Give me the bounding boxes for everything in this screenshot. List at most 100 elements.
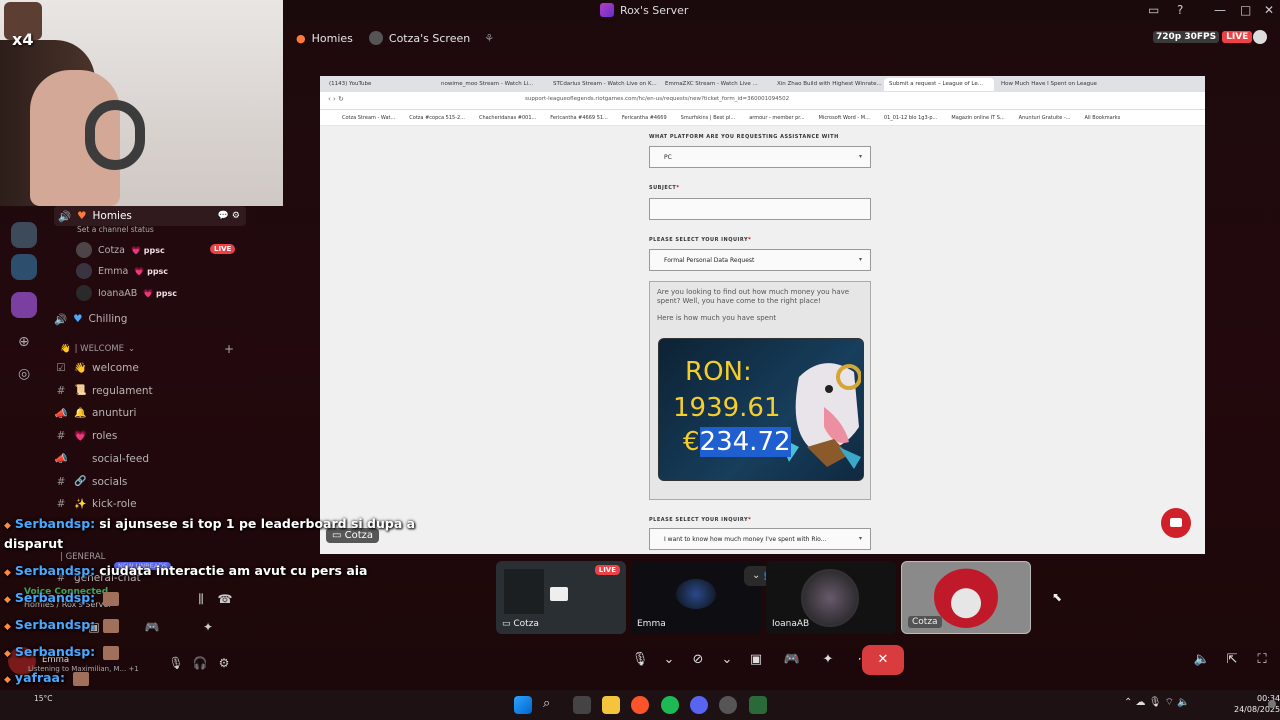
browser-tab[interactable]: EmmaZXC Stream - Watch Live ... xyxy=(660,78,770,91)
heart-icon: ♥ xyxy=(73,313,83,325)
weather-widget[interactable]: 15°C xyxy=(34,694,53,703)
voice-channel-homies[interactable]: 🔊 ♥ Homies 💬 ⚙ xyxy=(54,206,246,226)
search-icon[interactable]: ⌕ xyxy=(543,696,561,714)
soundboard-icon[interactable]: ✦ xyxy=(200,620,216,636)
channel-anunturi[interactable]: 📣 🔔 anunturi xyxy=(54,403,246,423)
chevron-down-icon[interactable]: ⌄ xyxy=(662,646,676,674)
category-welcome[interactable]: 👋 | WELCOME ⌄ xyxy=(60,344,135,354)
bookmark-item[interactable]: Cotza #copca 515-2... xyxy=(409,115,465,121)
headphones-icon[interactable]: 🎧 xyxy=(192,656,208,672)
help-icon[interactable]: ? xyxy=(1177,3,1183,17)
voice-channel-name[interactable]: Homies xyxy=(312,32,353,45)
fullscreen-icon[interactable]: ⛶ xyxy=(1248,646,1276,674)
tile-emma[interactable]: Emma xyxy=(631,561,761,634)
channel-kick-role[interactable]: # ✨ kick-role xyxy=(54,494,246,514)
notification-icon[interactable] xyxy=(1268,700,1276,708)
server-folder-icon[interactable] xyxy=(11,292,37,318)
server-icon xyxy=(600,3,614,17)
channel-status[interactable]: Set a channel status xyxy=(77,225,154,234)
chevron-down-icon[interactable]: ⌄ xyxy=(720,646,734,674)
chevron-down-icon: ▾ xyxy=(858,535,862,542)
voice-user-emma[interactable]: Emma 💗 ppsc xyxy=(76,262,168,280)
info-text: Are you looking to find out how much mon… xyxy=(657,288,850,305)
bookmark-item[interactable]: 01_01-12 blo 1g3-p... xyxy=(884,115,937,121)
tile-cotza[interactable]: Cotza xyxy=(901,561,1031,634)
browser-tab[interactable]: (1143) YouTube xyxy=(324,78,434,91)
browser-tab[interactable]: How Much Have I Spent on League xyxy=(996,78,1106,91)
bookmark-item[interactable]: Fericantha #4669 xyxy=(622,115,667,121)
tray-icons[interactable]: ⌃ ☁ 🎙 ⌔ 🔈 xyxy=(1124,696,1190,709)
tile-ioanaab[interactable]: IoanaAB xyxy=(766,561,896,634)
inquiry-select[interactable]: Formal Personal Data Request ▾ xyxy=(649,249,871,271)
eur-amount[interactable]: €234.72 xyxy=(683,427,791,457)
browser-tab[interactable]: Xin Zhao Build with Highest Winrate... xyxy=(772,78,882,91)
bookmark-item[interactable]: Anunturi Gratuite -... xyxy=(1019,115,1071,121)
brave-browser-icon[interactable] xyxy=(631,696,649,714)
popout-icon[interactable]: ⇱ xyxy=(1218,646,1246,674)
voice-user-cotza[interactable]: Cotza 💗 ppsc xyxy=(76,241,165,259)
tile-cotza-stream[interactable]: LIVE ▭ Cotza xyxy=(496,561,626,634)
inquiry2-select[interactable]: I want to know how much money I've spent… xyxy=(649,528,871,550)
platform-select[interactable]: PC ▾ xyxy=(649,146,871,168)
spotify-icon[interactable] xyxy=(661,696,679,714)
add-server-icon[interactable]: ⊕ xyxy=(18,334,30,350)
bookmark-item[interactable]: All Bookmarks xyxy=(1084,115,1120,121)
soundboard-icon[interactable]: ✦ xyxy=(814,646,842,674)
discover-icon[interactable]: ◎ xyxy=(18,366,30,382)
bookmark-item[interactable]: Fericantha #4669 51... xyxy=(550,115,608,121)
inbox-icon[interactable]: ▭ xyxy=(1148,3,1159,17)
file-explorer-icon[interactable] xyxy=(602,696,620,714)
chevron-down-icon: ⌄ xyxy=(128,344,136,354)
url-field[interactable]: support-leagueoflegends.riotgames.com/hc… xyxy=(525,96,789,102)
volume-icon[interactable]: 🔈 xyxy=(1188,646,1216,674)
chat-badge-icon: ◆ xyxy=(4,622,11,632)
maximize-icon[interactable]: □ xyxy=(1240,3,1251,17)
minimize-icon[interactable]: — xyxy=(1214,3,1226,17)
inquiry2-label: PLEASE SELECT YOUR INQUIRY* xyxy=(649,517,752,523)
add-channel-icon[interactable]: + xyxy=(224,342,234,356)
bookmark-item[interactable]: Chacheridanas #001... xyxy=(479,115,536,121)
channel-social-feed[interactable]: 📣 social-feed xyxy=(54,449,246,469)
app-icon[interactable] xyxy=(719,696,737,714)
chat-badge-icon: ◆ xyxy=(4,649,11,659)
activity-icon[interactable]: 🎮 xyxy=(144,620,160,636)
channel-socials[interactable]: # 🔗 socials xyxy=(54,472,246,492)
microphone-icon[interactable]: 🎙 xyxy=(168,656,184,672)
server-icon[interactable] xyxy=(11,222,37,248)
subject-input[interactable] xyxy=(649,198,871,220)
voice-user-ioanaab[interactable]: IoanaAB 💗 ppsc xyxy=(76,284,177,302)
tile-name: IoanaAB xyxy=(772,619,810,629)
discord-icon[interactable] xyxy=(690,696,708,714)
browser-tab[interactable]: Submit a request – League of Le... xyxy=(884,77,994,91)
bookmark-item[interactable]: Microsoft Word - M... xyxy=(819,115,870,121)
channel-actions-icon[interactable]: 💬 ⚙ xyxy=(218,211,246,221)
close-icon[interactable]: ✕ xyxy=(1264,3,1274,17)
windows-start-icon[interactable] xyxy=(514,696,532,714)
browser-tab[interactable]: STCdarius Stream - Watch Live on K... xyxy=(548,78,658,91)
activity-icon[interactable]: 🎮 xyxy=(778,646,806,674)
task-view-icon[interactable] xyxy=(573,696,591,714)
stream-view[interactable]: (1143) YouTube nowime_moo Stream - Watch … xyxy=(320,76,1205,554)
bookmark-item[interactable]: Smurfskins | Best pl... xyxy=(681,115,736,121)
camera-off-icon[interactable]: ⊘ xyxy=(684,646,712,674)
app-icon[interactable] xyxy=(749,696,767,714)
leave-call-button[interactable]: ✕ xyxy=(862,645,904,675)
browser-tab[interactable]: nowime_moo Stream - Watch Li... xyxy=(436,78,546,91)
channel-roles[interactable]: # 💗 roles xyxy=(54,426,246,446)
disconnect-icon[interactable]: ☎ xyxy=(217,592,233,608)
back-icon[interactable]: ‹ › ↻ xyxy=(328,95,344,103)
category-general[interactable]: | GENERAL xyxy=(60,552,105,562)
channel-welcome[interactable]: ☑ 👋 welcome xyxy=(54,358,246,378)
bookmark-item[interactable]: Cotza Stream - Wat... xyxy=(342,115,395,121)
screen-share-icon[interactable]: ▣ xyxy=(742,646,770,674)
server-folder-icon[interactable] xyxy=(11,254,37,280)
bookmark-item[interactable]: armour - member pr... xyxy=(749,115,804,121)
channel-regulament[interactable]: # 📜 regulament xyxy=(54,381,246,401)
chat-icon[interactable] xyxy=(1253,30,1267,44)
voice-channel-chilling[interactable]: 🔊 ♥ Chilling xyxy=(54,309,246,329)
chat-support-button[interactable] xyxy=(1161,508,1191,538)
settings-icon[interactable]: ⚙ xyxy=(216,656,232,672)
bookmark-item[interactable]: Magazin online IT S... xyxy=(951,115,1004,121)
signal-icon[interactable]: ⫼ xyxy=(193,592,209,608)
microphone-icon[interactable]: 🎙 xyxy=(626,646,654,674)
